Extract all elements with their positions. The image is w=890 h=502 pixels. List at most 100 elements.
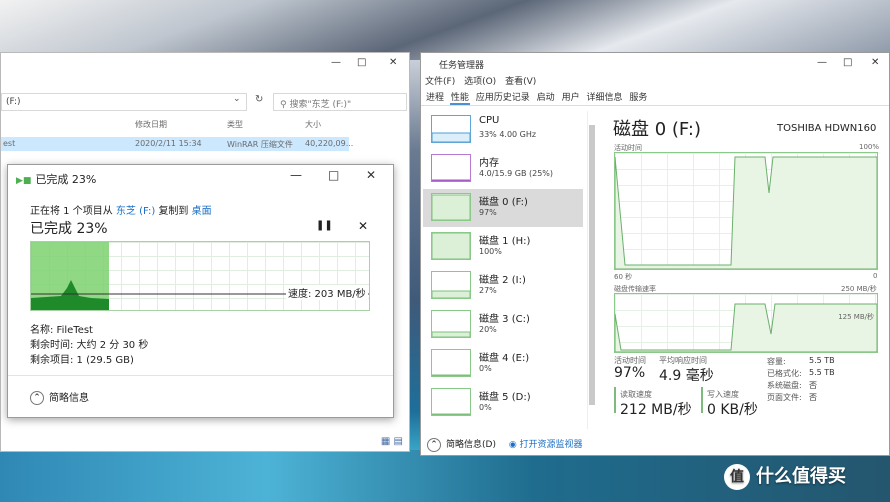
perf-item-name: 磁盘 1 (H:)	[479, 236, 531, 247]
minimize-icon[interactable]: —	[290, 168, 302, 182]
fewer-details-button[interactable]: 简略信息(D)	[446, 440, 496, 450]
response-stat-value: 4.9 毫秒	[659, 368, 714, 384]
file-size: 40,220,09...	[305, 139, 354, 148]
maximize-icon[interactable]: □	[843, 57, 852, 68]
watermark-logo: 值	[724, 464, 750, 490]
active-stat-value: 97%	[614, 365, 646, 381]
perf-thumb-svg	[431, 413, 471, 416]
task-manager-window: 任务管理器 — □ ✕ 文件(F) 选项(O) 查看(V) 进程 性能 应用历史…	[420, 52, 890, 456]
copy-description: 正在将 1 个项目从 东芝 (F:) 复制到 桌面	[30, 202, 212, 217]
column-headers: 修改日期 类型 大小	[1, 117, 409, 135]
tm-title: 任务管理器	[439, 61, 485, 71]
perf-thumb-fill	[431, 413, 471, 416]
less-details-button[interactable]: ⌃ 简略信息	[30, 389, 89, 405]
perf-thumb-fill	[431, 232, 471, 260]
dialog-divider	[8, 375, 393, 376]
perf-item[interactable]: 磁盘 4 (E:) 0%	[423, 345, 583, 383]
minimize-icon[interactable]: —	[331, 57, 341, 68]
sidebar-scrollbar[interactable]	[587, 111, 595, 429]
perf-item-value: 0%	[479, 364, 492, 373]
perf-item-value: 97%	[479, 208, 497, 217]
maximize-icon[interactable]: □	[328, 168, 339, 182]
minimize-icon[interactable]: —	[817, 57, 827, 68]
file-row[interactable]: est 2020/2/11 15:34 WinRAR 压缩文件 40,220,0…	[1, 137, 353, 151]
pause-icon[interactable]: ❚❚	[316, 220, 333, 231]
perf-thumbnail	[431, 310, 471, 338]
perf-item-name: CPU	[479, 115, 500, 126]
tab-app-history[interactable]: 应用历史记录	[475, 93, 531, 103]
copy-icon: ▶■	[16, 176, 32, 186]
explorer-titlebar: — □ ✕	[1, 53, 409, 75]
perf-thumb-svg	[431, 232, 471, 260]
perf-thumb-svg	[431, 132, 471, 143]
chevron-up-icon[interactable]: ⌃	[427, 437, 441, 452]
tab-users[interactable]: 用户	[561, 93, 581, 103]
search-placeholder: 搜索"东芝 (F:)"	[289, 100, 352, 110]
view-toggle-icons[interactable]: ▦ ▤	[381, 436, 403, 447]
tab-performance[interactable]: 性能	[449, 93, 470, 105]
tab-startup[interactable]: 启动	[536, 93, 556, 103]
write-value: 0 KB/秒	[707, 402, 758, 418]
perf-item[interactable]: 磁盘 3 (C:) 20%	[423, 306, 583, 344]
capacity-key: 容量:	[767, 357, 786, 366]
dest-link[interactable]: 桌面	[192, 206, 212, 217]
perf-item-value: 4.0/15.9 GB (25%)	[479, 169, 554, 178]
perf-item[interactable]: 磁盘 1 (H:) 100%	[423, 228, 583, 266]
active-time-chart	[614, 152, 878, 270]
perf-item-value: 0%	[479, 403, 492, 412]
source-link[interactable]: 东芝 (F:)	[116, 206, 155, 217]
perf-item[interactable]: 磁盘 0 (F:) 97%	[423, 189, 583, 227]
active-zero-label: 0	[873, 272, 878, 280]
active-seconds-label: 60 秒	[614, 273, 633, 281]
close-icon[interactable]: ✕	[366, 168, 376, 182]
resource-monitor-link[interactable]: ◉ 打开资源监视器	[509, 440, 583, 450]
write-indicator	[701, 387, 703, 413]
less-details-label: 简略信息	[49, 393, 89, 404]
chevron-down-icon[interactable]: ⌄	[233, 94, 241, 104]
speed-label: 速度: 203 MB/秒	[286, 285, 368, 300]
perf-thumbnail	[431, 271, 471, 299]
perf-item-name: 磁盘 3 (C:)	[479, 314, 530, 325]
cancel-icon[interactable]: ✕	[358, 219, 368, 233]
menu-view[interactable]: 查看(V)	[505, 77, 536, 87]
tm-footer: ⌃ 简略信息(D) ◉ 打开资源监视器	[427, 437, 583, 452]
tab-processes[interactable]: 进程	[425, 93, 445, 103]
tab-services[interactable]: 服务	[628, 93, 648, 103]
perf-thumb-svg	[431, 374, 471, 377]
column-size[interactable]: 大小	[305, 119, 321, 130]
scrollbar-thumb[interactable]	[589, 125, 595, 405]
refresh-icon[interactable]: ↻	[255, 94, 263, 105]
perf-item[interactable]: 磁盘 5 (D:) 0%	[423, 384, 583, 422]
perf-item[interactable]: 磁盘 2 (I:) 27%	[423, 267, 583, 305]
tab-details[interactable]: 详细信息	[585, 93, 623, 103]
perf-sidebar: CPU 33% 4.00 GHz 内存 4.0/15.9 GB (25%) 磁盘 0 (…	[423, 111, 585, 423]
perf-thumbnail	[431, 388, 471, 416]
time-remaining-line: 剩余时间: 大约 2 分 30 秒	[30, 340, 149, 351]
transfer-mid-label: 125 MB/秒	[838, 313, 874, 321]
close-icon[interactable]: ✕	[871, 57, 879, 68]
formatted-key: 已格式化:	[767, 369, 802, 378]
copy-dialog: ▶■ 已完成 23% — □ ✕ 正在将 1 个项目从 东芝 (F:) 复制到 桌…	[7, 164, 394, 418]
read-indicator	[614, 387, 616, 413]
menu-options[interactable]: 选项(O)	[464, 77, 496, 87]
menu-file[interactable]: 文件(F)	[425, 77, 455, 87]
column-type[interactable]: 类型	[227, 119, 243, 130]
perf-item-name: 磁盘 5 (D:)	[479, 392, 531, 403]
maximize-icon[interactable]: □	[357, 57, 366, 68]
column-date[interactable]: 修改日期	[135, 119, 167, 130]
perf-thumb-fill	[431, 132, 471, 143]
progress-graph	[30, 241, 370, 311]
system-disk-value: 否	[809, 381, 817, 390]
search-input[interactable]: ⚲ 搜索"东芝 (F:)"	[273, 93, 407, 111]
address-bar[interactable]: (F:)	[1, 93, 247, 111]
capacity-value: 5.5 TB	[809, 356, 835, 365]
resource-monitor-label: 打开资源监视器	[519, 440, 583, 450]
perf-item[interactable]: 内存 4.0/15.9 GB (25%)	[423, 150, 583, 188]
items-remaining-line: 剩余项目: 1 (29.5 GB)	[30, 355, 134, 366]
perf-item[interactable]: CPU 33% 4.00 GHz	[423, 111, 583, 149]
close-icon[interactable]: ✕	[389, 57, 397, 68]
perf-thumbnail	[431, 232, 471, 260]
transfer-svg	[615, 303, 877, 352]
copy-prefix: 正在将 1 个项目从	[30, 206, 113, 217]
disk-model: TOSHIBA HDWN160	[777, 123, 877, 134]
